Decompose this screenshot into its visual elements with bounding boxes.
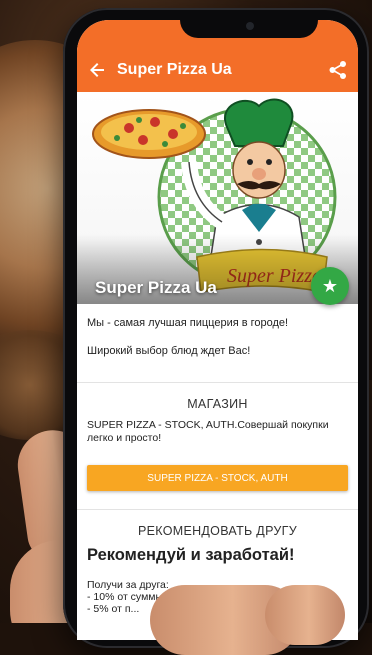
divider — [77, 382, 358, 383]
app-screen: Super Pizza Ua Super Pizza Ua ★ Мы - сам… — [77, 20, 358, 640]
shop-text: SUPER PIZZA - STOCK, AUTH.Совершай покуп… — [87, 419, 329, 444]
shop-title: МАГАЗИН — [187, 397, 248, 411]
referral-heading: Рекомендуй и заработай! — [87, 546, 295, 564]
arrow-left-icon[interactable] — [77, 48, 117, 92]
star-icon: ★ — [321, 275, 339, 296]
shop-button[interactable]: SUPER PIZZA - STOCK, AUTH — [87, 465, 348, 491]
about-section: Мы - самая лучшая пиццерия в городе! Шир… — [77, 304, 358, 378]
hero-title: Super Pizza Ua — [95, 278, 217, 297]
hand-finger — [265, 585, 345, 645]
about-line: Мы - самая лучшая пиццерия в городе! — [87, 317, 289, 329]
app-title: Super Pizza Ua — [117, 61, 232, 78]
divider — [77, 509, 358, 510]
front-camera — [246, 22, 254, 30]
favorite-fab[interactable]: ★ — [311, 267, 349, 305]
about-line: Широкий выбор блюд ждет Вас! — [87, 345, 251, 357]
app-bar: Super Pizza Ua — [77, 48, 358, 92]
content-area: Мы - самая лучшая пиццерия в городе! Шир… — [77, 304, 358, 615]
referral-title: РЕКОМЕНДОВАТЬ ДРУГУ — [138, 524, 297, 538]
share-icon[interactable] — [328, 60, 348, 80]
